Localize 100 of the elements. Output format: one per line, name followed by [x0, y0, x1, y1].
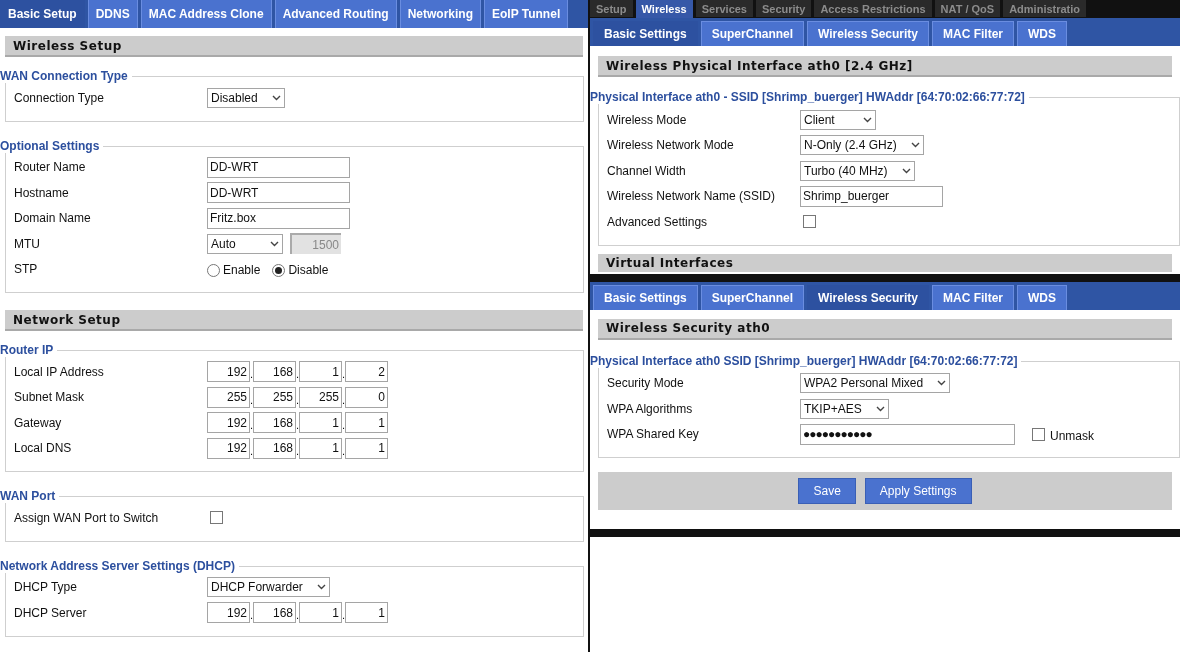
tab[interactable]: Security	[756, 0, 812, 17]
tab[interactable]: SuperChannel	[700, 284, 805, 310]
tab[interactable]: MAC Address Clone	[140, 0, 272, 28]
dropdown[interactable]: DHCP Forwarder	[207, 577, 330, 598]
octet-separator: .	[342, 394, 345, 406]
octet-separator: .	[250, 445, 253, 457]
text-field[interactable]: Shrimp_buerger	[800, 185, 943, 207]
octet-separator: .	[250, 394, 253, 406]
chevron-down-icon	[270, 240, 279, 247]
tab[interactable]: MAC Filter	[932, 284, 1014, 310]
field-label: WPA Shared Key	[606, 426, 700, 444]
radio-option[interactable]: Disable	[272, 261, 329, 280]
field-label: MTU	[13, 235, 41, 253]
ip-octet-field[interactable]: 168	[253, 361, 296, 383]
chevron-down-icon	[875, 405, 885, 412]
tab[interactable]: Basic Settings	[593, 21, 698, 46]
text-field[interactable]: DD-WRT	[207, 156, 350, 178]
tab[interactable]: MAC Filter	[932, 21, 1014, 46]
tab[interactable]: Networking	[399, 0, 481, 28]
ip-octet-field[interactable]: 255	[253, 386, 296, 408]
group-legend: WAN Connection Type	[0, 69, 132, 83]
section-header: Wireless Security ath0	[598, 318, 1172, 340]
tab[interactable]: Services	[695, 0, 753, 17]
checkbox[interactable]	[1032, 427, 1045, 441]
radio-option[interactable]: Enable	[207, 261, 261, 280]
section-header: Virtual Interfaces	[598, 253, 1172, 272]
ip-octet-field[interactable]: 168	[253, 437, 296, 459]
chevron-down-icon	[863, 116, 872, 123]
chevron-down-icon	[910, 142, 920, 149]
ip-octet-field[interactable]: 168	[253, 602, 296, 624]
group-legend: Optional Settings	[0, 138, 104, 153]
chevron-down-icon	[901, 167, 911, 174]
ip-octet-field[interactable]: 255	[299, 386, 342, 408]
tab[interactable]: Wireless	[635, 0, 693, 18]
ip-octet-field[interactable]: 1	[345, 602, 388, 624]
ip-octet-field[interactable]: 1	[345, 412, 388, 434]
ip-octet-field[interactable]: 2	[345, 361, 388, 383]
password-field[interactable]: ●●●●●●●●●●●	[800, 423, 1015, 445]
octet-separator: .	[296, 610, 299, 622]
tab[interactable]: Administratio	[1003, 0, 1087, 17]
dropdown[interactable]: WPA2 Personal Mixed	[800, 373, 951, 394]
field-label: Advanced Settings	[606, 213, 709, 231]
tab[interactable]: Advanced Routing	[274, 0, 397, 28]
checkbox[interactable]	[210, 511, 223, 525]
group-legend: WAN Port	[0, 489, 60, 503]
ip-octet-field[interactable]: 1	[299, 602, 342, 624]
chevron-down-icon	[937, 380, 947, 387]
field-label: STP	[13, 261, 39, 279]
tab[interactable]: WDS	[1017, 284, 1067, 310]
field-label: Domain Name	[13, 210, 92, 228]
ip-octet-field[interactable]: 1	[299, 437, 342, 459]
field-label: DHCP Type	[13, 579, 78, 597]
field-label: Hostname	[13, 184, 70, 202]
tab[interactable]: Wireless Security	[807, 284, 929, 310]
tab[interactable]: Basic Setup	[0, 0, 85, 28]
field-label: Local DNS	[13, 440, 73, 458]
action-button[interactable]: Save	[798, 478, 856, 504]
unmask-label: Unmask	[1050, 427, 1094, 445]
section-header: Network Setup	[5, 310, 583, 331]
field-label: DHCP Server	[13, 604, 88, 622]
field-label: Wireless Network Name (SSID)	[606, 188, 777, 206]
tab[interactable]: EoIP Tunnel	[484, 0, 569, 28]
ip-octet-field[interactable]: 168	[253, 412, 296, 434]
group-legend: Network Address Server Settings (DHCP)	[0, 558, 239, 573]
tab[interactable]: Setup	[590, 0, 633, 17]
ip-octet-field[interactable]: 192	[207, 437, 250, 459]
chevron-down-icon	[271, 94, 281, 101]
ip-octet-field[interactable]: 1	[345, 437, 388, 459]
ip-octet-field[interactable]: 0	[345, 386, 388, 408]
ip-octet-field[interactable]: 192	[207, 412, 250, 434]
ip-octet-field[interactable]: 1	[299, 361, 342, 383]
field-label: Connection Type	[13, 89, 105, 107]
tab[interactable]: Access Restrictions	[814, 0, 932, 17]
tab[interactable]: SuperChannel	[700, 21, 805, 46]
tab[interactable]: NAT / QoS	[934, 0, 1001, 17]
ip-octet-field[interactable]: 1	[299, 412, 342, 434]
dropdown[interactable]: Turbo (40 MHz)	[800, 160, 915, 181]
octet-separator: .	[342, 420, 345, 432]
field-label: Channel Width	[606, 162, 687, 180]
octet-separator: .	[342, 445, 345, 457]
ip-octet-field[interactable]: 255	[207, 386, 250, 408]
tab[interactable]: WDS	[1017, 21, 1067, 46]
group-legend: Physical Interface ath0 - SSID [Shrimp_buerger] HWAddr [64:70:02:66:77:72]	[590, 90, 1029, 104]
tab[interactable]: Basic Settings	[593, 284, 698, 310]
text-field[interactable]: DD-WRT	[207, 182, 350, 204]
action-button[interactable]: Apply Settings	[864, 478, 972, 504]
text-field[interactable]: Fritz.box	[207, 207, 350, 229]
dropdown[interactable]: N-Only (2.4 GHz)	[800, 135, 924, 156]
tab[interactable]: DDNS	[87, 0, 138, 28]
field-label: Wireless Network Mode	[606, 137, 735, 155]
field-label: Security Mode	[606, 375, 685, 393]
dropdown[interactable]: Disabled	[207, 87, 285, 108]
ip-octet-field[interactable]: 192	[207, 361, 250, 383]
tab[interactable]: Wireless Security	[807, 21, 929, 46]
dropdown[interactable]: Auto	[207, 233, 283, 254]
ip-octet-field[interactable]: 192	[207, 602, 250, 624]
checkbox[interactable]	[803, 215, 816, 229]
octet-separator: .	[342, 369, 345, 381]
dropdown[interactable]: TKIP+AES	[800, 398, 889, 419]
dropdown[interactable]: Client	[800, 109, 876, 130]
